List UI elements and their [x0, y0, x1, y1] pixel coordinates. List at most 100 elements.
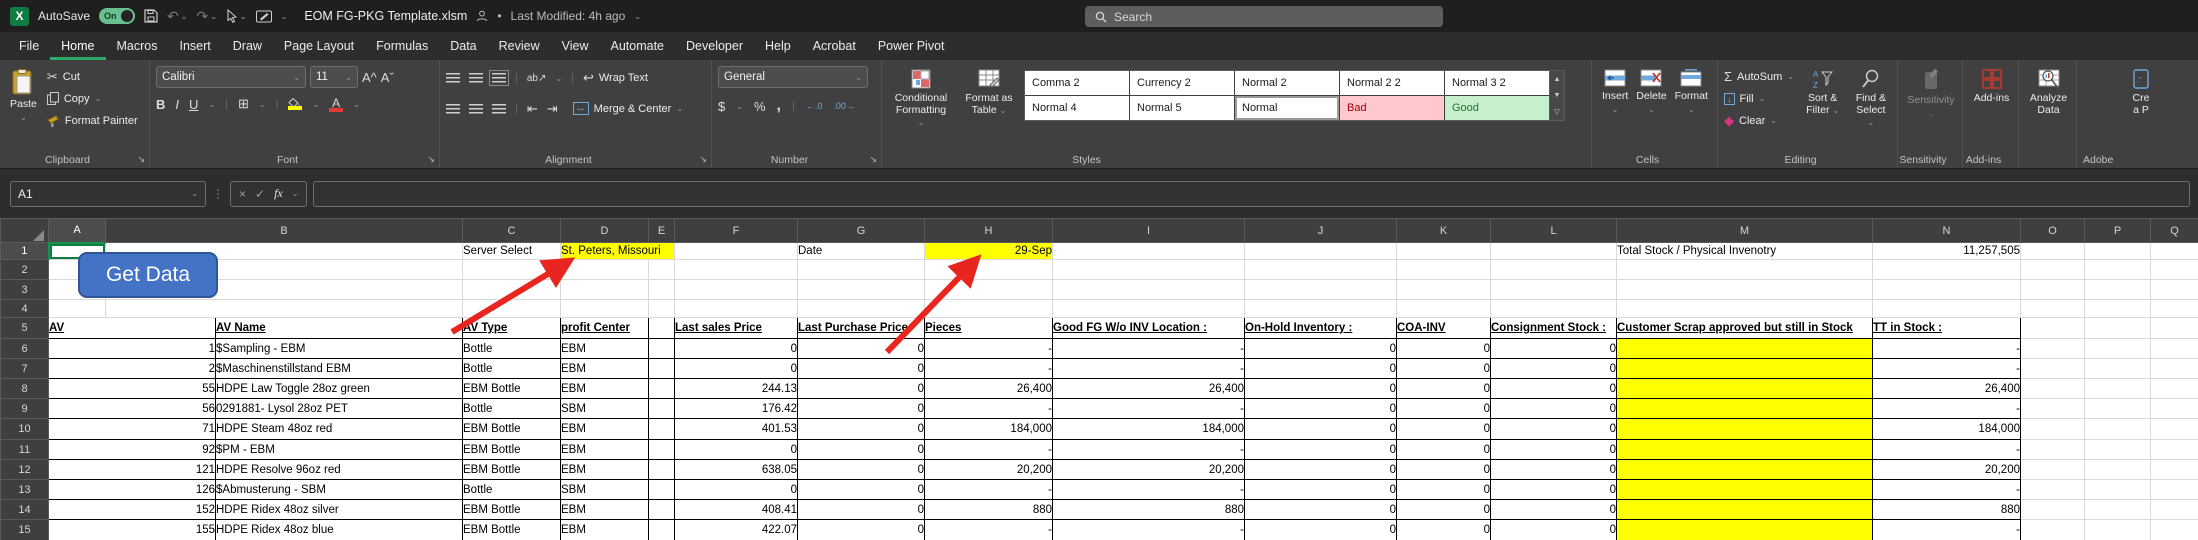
cell-C9[interactable]: Bottle: [463, 399, 561, 419]
cell-J15[interactable]: 0: [1245, 520, 1397, 540]
cell-G7[interactable]: 0: [798, 359, 925, 379]
cell-K8[interactable]: 0: [1397, 379, 1491, 399]
cell-O1[interactable]: [2021, 243, 2085, 260]
decrease-decimal-button[interactable]: .00→: [833, 101, 855, 111]
row-header-9[interactable]: 9: [1, 399, 49, 419]
sensitivity-button[interactable]: Sensitivity⌄: [1904, 66, 1958, 121]
fill-color-chevron-icon[interactable]: ⌄: [312, 100, 319, 109]
italic-button[interactable]: I: [175, 97, 179, 112]
cell-I12[interactable]: 20,200: [1053, 460, 1245, 480]
cell-M7[interactable]: [1617, 359, 1873, 379]
tab-automate[interactable]: Automate: [600, 32, 676, 60]
gallery-more-icon[interactable]: ▽: [1554, 108, 1559, 116]
cell-P13[interactable]: [2085, 480, 2151, 500]
cell-L6[interactable]: 0: [1491, 339, 1617, 359]
cell-Q8[interactable]: [2151, 379, 2198, 399]
style-good[interactable]: Good: [1445, 96, 1549, 120]
cell-B13[interactable]: $Abmusterung - SBM: [216, 480, 463, 500]
cell-L15[interactable]: 0: [1491, 520, 1617, 540]
cell-M8[interactable]: [1617, 379, 1873, 399]
cell-I7[interactable]: -: [1053, 359, 1245, 379]
cell-N10[interactable]: 184,000: [1873, 419, 2021, 440]
cell-F10[interactable]: 401.53: [675, 419, 798, 440]
cell-D2[interactable]: [561, 260, 649, 280]
style-normal[interactable]: Normal: [1235, 96, 1339, 120]
cancel-button[interactable]: ×: [239, 187, 246, 201]
cell-G8[interactable]: 0: [798, 379, 925, 399]
col-header-C[interactable]: C: [463, 219, 561, 243]
cell-H9[interactable]: -: [925, 399, 1053, 419]
clipboard-dialog-launcher-icon[interactable]: ↘: [137, 154, 145, 165]
cell-P8[interactable]: [2085, 379, 2151, 399]
cell-Q6[interactable]: [2151, 339, 2198, 359]
cell-H6[interactable]: -: [925, 339, 1053, 359]
cell-F2[interactable]: [675, 260, 798, 280]
cell-B6[interactable]: $Sampling - EBM: [216, 339, 463, 359]
cell-M10[interactable]: [1617, 419, 1873, 440]
cell-K9[interactable]: 0: [1397, 399, 1491, 419]
cell-E15[interactable]: [649, 520, 675, 540]
cell-H8[interactable]: 26,400: [925, 379, 1053, 399]
row-header-10[interactable]: 10: [1, 419, 49, 440]
cell-E13[interactable]: [649, 480, 675, 500]
cell-O10[interactable]: [2021, 419, 2085, 440]
cell-P14[interactable]: [2085, 500, 2151, 520]
merge-center-button[interactable]: ↔ Merge & Center⌄: [573, 98, 683, 119]
cell-K7[interactable]: 0: [1397, 359, 1491, 379]
header-profit-center[interactable]: profit Center: [561, 318, 649, 339]
cell-O13[interactable]: [2021, 480, 2085, 500]
cell-Q11[interactable]: [2151, 440, 2198, 460]
cell-O7[interactable]: [2021, 359, 2085, 379]
style-normal4[interactable]: Normal 4: [1025, 96, 1129, 120]
cell-K6[interactable]: 0: [1397, 339, 1491, 359]
excel-logo-icon[interactable]: X: [10, 7, 29, 26]
cell-I14[interactable]: 880: [1053, 500, 1245, 520]
cell-P5[interactable]: [2085, 318, 2151, 339]
paste-button[interactable]: Paste⌄: [6, 66, 41, 131]
cell-G11[interactable]: 0: [798, 440, 925, 460]
cell-O15[interactable]: [2021, 520, 2085, 540]
cell-A9[interactable]: 56: [49, 399, 216, 419]
cell-P9[interactable]: [2085, 399, 2151, 419]
cell-M2[interactable]: [1617, 260, 1873, 280]
search-box[interactable]: Search: [1085, 6, 1443, 27]
cell-G6[interactable]: 0: [798, 339, 925, 359]
align-right-button[interactable]: [492, 104, 506, 114]
gallery-down-icon[interactable]: ▼: [1554, 92, 1561, 99]
cell-J3[interactable]: [1245, 280, 1397, 300]
header-on-hold[interactable]: On-Hold Inventory :: [1245, 318, 1397, 339]
cell-J1[interactable]: [1245, 243, 1397, 260]
shrink-font-button[interactable]: Aˇ: [381, 70, 394, 85]
col-header-B[interactable]: B: [106, 219, 463, 243]
cell-B11[interactable]: $PM - EBM: [216, 440, 463, 460]
header-av-name[interactable]: AV Name: [216, 318, 463, 339]
cell-K11[interactable]: 0: [1397, 440, 1491, 460]
fx-chevron-icon[interactable]: ⌄: [292, 189, 299, 198]
cell-B8[interactable]: HDPE Law Toggle 28oz green: [216, 379, 463, 399]
cell-F8[interactable]: 244.13: [675, 379, 798, 399]
row-header-3[interactable]: 3: [1, 280, 49, 300]
cell-K2[interactable]: [1397, 260, 1491, 280]
alignment-dialog-launcher-icon[interactable]: ↘: [699, 154, 707, 165]
style-normal2[interactable]: Normal 2: [1235, 71, 1339, 95]
cell-P4[interactable]: [2085, 300, 2151, 318]
cell-B15[interactable]: HDPE Ridex 48oz blue: [216, 520, 463, 540]
cell-F9[interactable]: 176.42: [675, 399, 798, 419]
align-top-button[interactable]: [446, 73, 460, 83]
cell-F4[interactable]: [675, 300, 798, 318]
number-dialog-launcher-icon[interactable]: ↘: [869, 154, 877, 165]
cell-D12[interactable]: EBM: [561, 460, 649, 480]
style-bad[interactable]: Bad: [1340, 96, 1444, 120]
insert-function-button[interactable]: fx: [274, 186, 283, 201]
cell-K15[interactable]: 0: [1397, 520, 1491, 540]
underline-button[interactable]: U: [189, 97, 198, 112]
cut-button[interactable]: ✂Cut: [47, 66, 138, 87]
cell-J9[interactable]: 0: [1245, 399, 1397, 419]
accounting-chevron-icon[interactable]: ⌄: [736, 102, 743, 111]
cell-K10[interactable]: 0: [1397, 419, 1491, 440]
percent-style-button[interactable]: %: [754, 99, 766, 114]
cell-O8[interactable]: [2021, 379, 2085, 399]
orientation-button[interactable]: ab↗: [527, 73, 547, 84]
cell-I1[interactable]: [1053, 243, 1245, 260]
cell-N11[interactable]: -: [1873, 440, 2021, 460]
